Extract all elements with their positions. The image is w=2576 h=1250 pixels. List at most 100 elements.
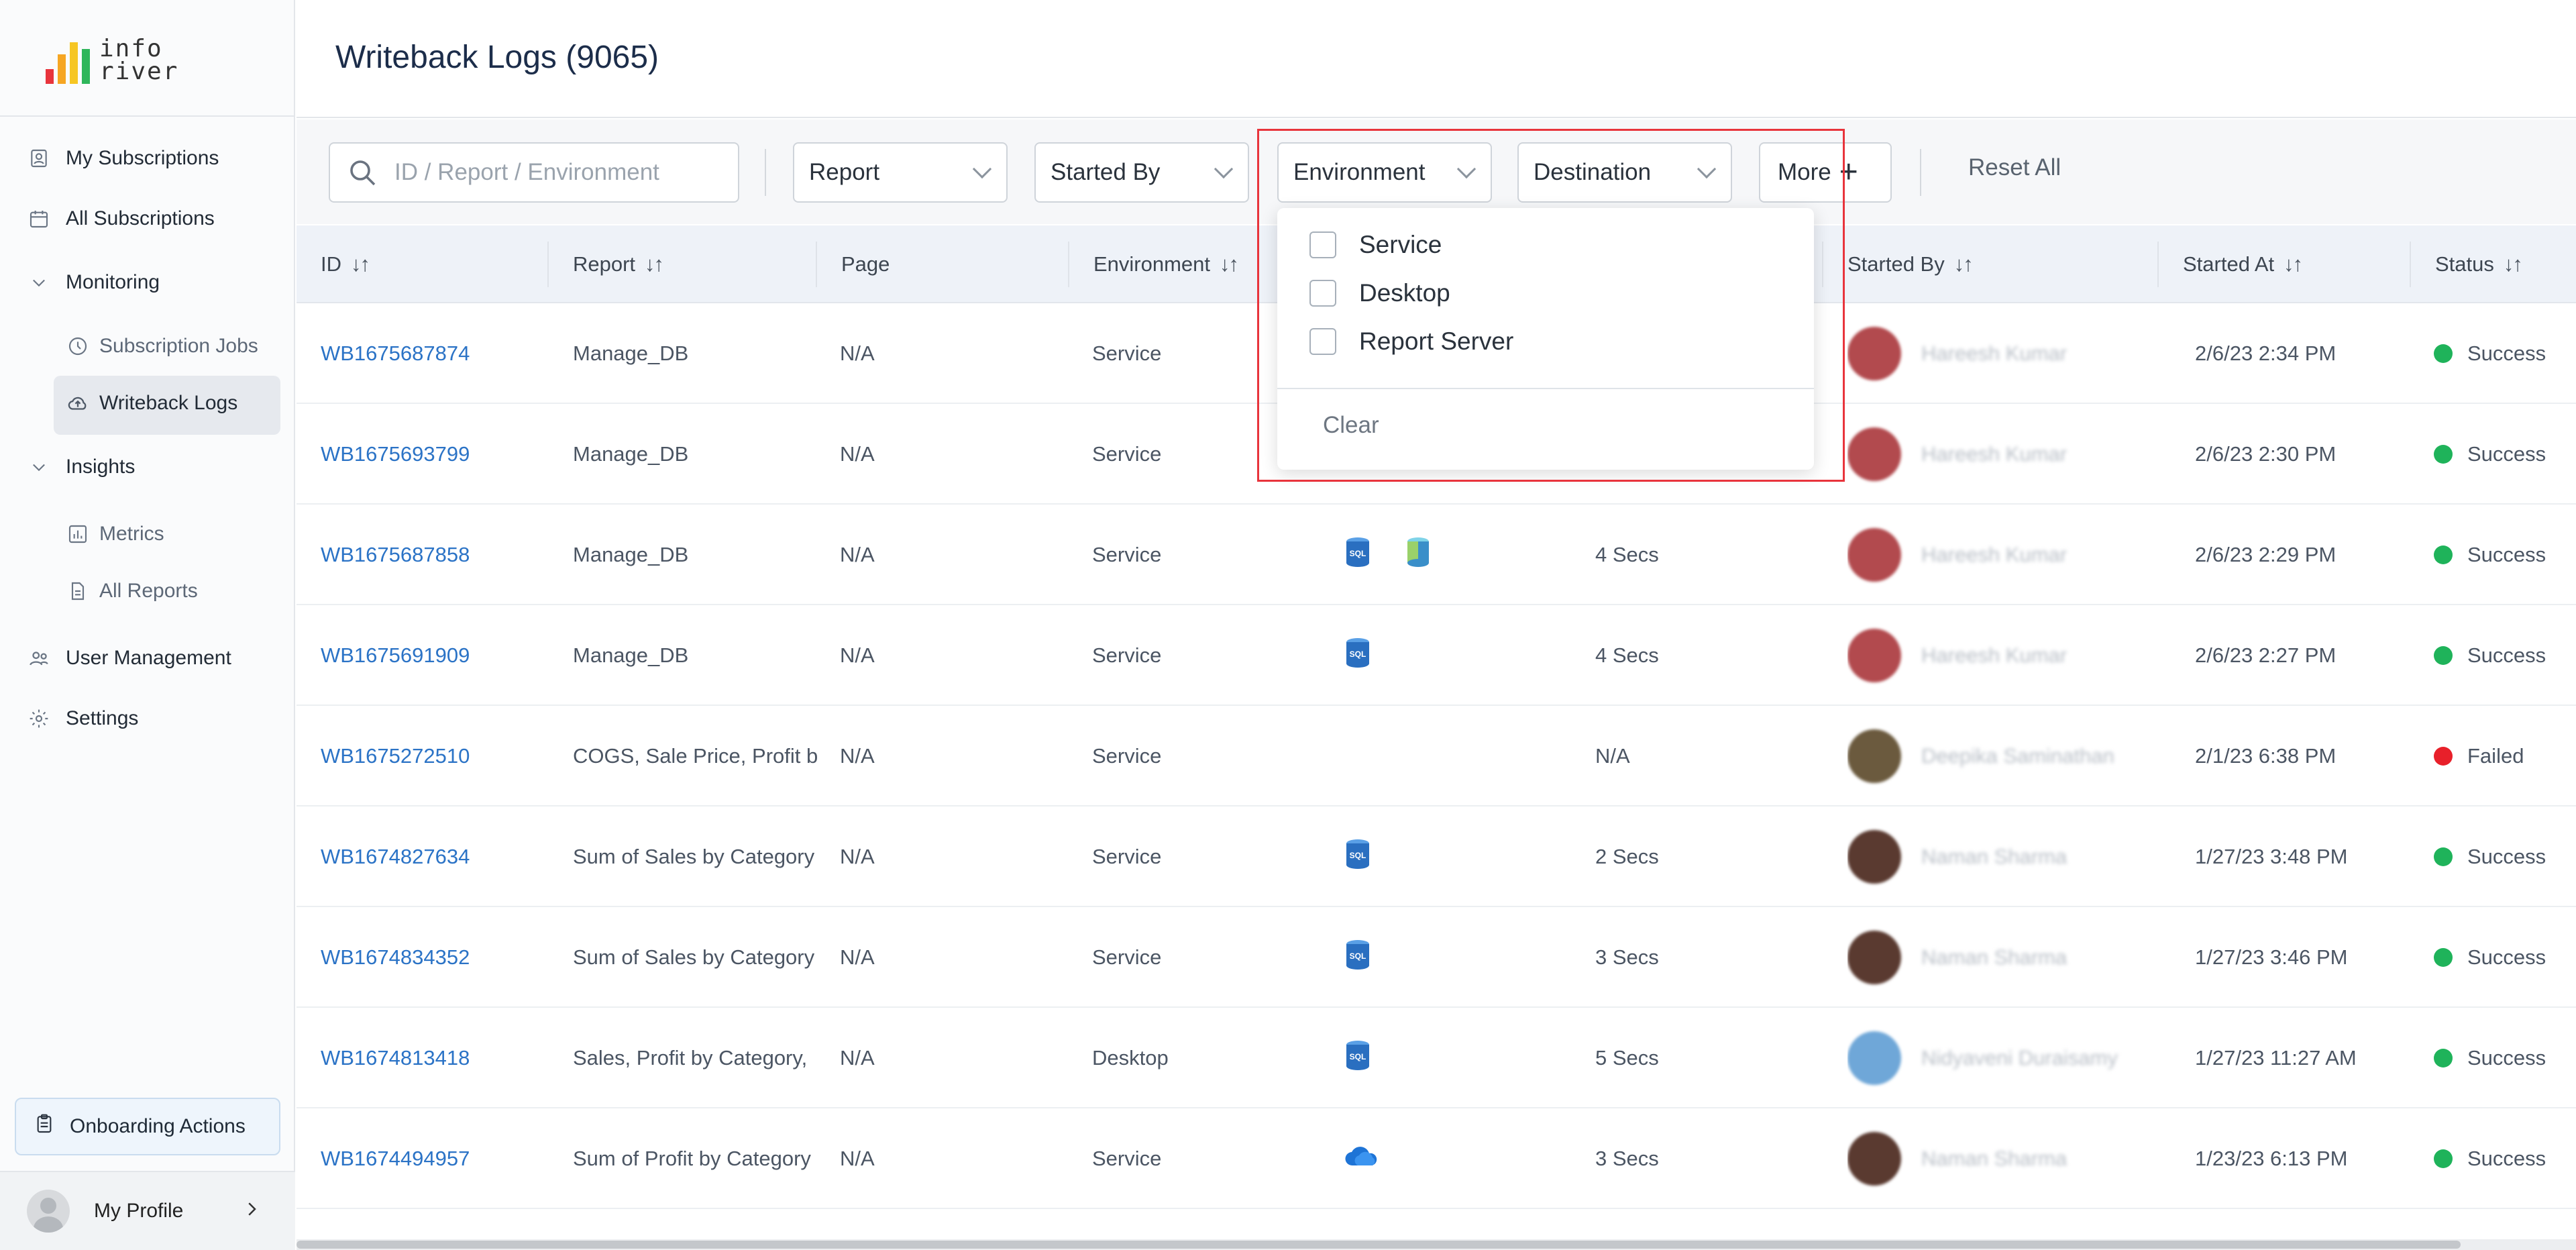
search-input[interactable]: ID / Report / Environment (329, 142, 739, 203)
status-dot-icon (2434, 847, 2453, 866)
row-started-by: Hareesh Kumar (1847, 404, 2163, 505)
sidebar-item-all-reports[interactable]: All Reports (66, 579, 198, 603)
destination-filter-label: Destination (1534, 159, 1652, 185)
sidebar-item-metrics[interactable]: Metrics (66, 522, 164, 546)
row-page: N/A (840, 543, 875, 566)
sidebar-item-subscription-jobs[interactable]: Subscription Jobs (66, 334, 258, 358)
sort-icon[interactable]: ↓↑ (645, 252, 664, 276)
table-row[interactable]: WB1674494957 Sum of Profit by Category N/A… (297, 1108, 2576, 1209)
column-header-started-at[interactable]: Started At ↓↑ (2183, 225, 2303, 303)
row-environment: Service (1092, 543, 1162, 566)
row-id-link[interactable]: WB1674813418 (321, 1008, 562, 1108)
search-placeholder: ID / Report / Environment (394, 159, 659, 185)
sidebar-item-settings[interactable]: Settings (27, 707, 138, 731)
row-started-by: Nidyaveni Duraisamy (1847, 1008, 2163, 1108)
environment-filter-dropdown[interactable]: Environment (1277, 142, 1492, 203)
sidebar-item-label: Metrics (99, 523, 164, 545)
table-row[interactable]: WB1674834352 Sum of Sales by Category N/A S… (297, 907, 2576, 1008)
table-row[interactable]: WB1675272510 COGS, Sale Price, Profit b N/… (297, 706, 2576, 806)
destination-filter-dropdown[interactable]: Destination (1517, 142, 1732, 203)
checkbox[interactable] (1309, 280, 1336, 307)
row-started-at: 2/1/23 6:38 PM (2195, 744, 2337, 768)
row-status: Success (2434, 404, 2576, 505)
status-label: Success (2467, 845, 2546, 868)
row-id-link[interactable]: WB1675691909 (321, 605, 562, 706)
clock-icon (66, 334, 90, 358)
table-row[interactable]: WB1674813418 Sales, Profit by Category, N/… (297, 1008, 2576, 1108)
reset-all-button[interactable]: Reset All (1968, 154, 2061, 181)
row-duration: 2 Secs (1595, 845, 1659, 868)
environment-filter-label: Environment (1293, 159, 1426, 185)
sidebar-item-writeback-logs[interactable]: Writeback Logs (66, 391, 237, 415)
row-destinations: SQL (1344, 1008, 1599, 1108)
status-dot-icon (2434, 545, 2453, 564)
dropdown-option-desktop[interactable]: Desktop (1309, 279, 1450, 307)
user-name: Hareesh Kumar (1921, 643, 2068, 667)
row-id-link[interactable]: WB1675693799 (321, 404, 562, 505)
sidebar-item-all-subscriptions[interactable]: All Subscriptions (27, 207, 215, 231)
document-icon (66, 579, 90, 603)
user-name: Naman Sharma (1921, 1147, 2068, 1170)
row-duration: 3 Secs (1595, 945, 1659, 969)
table-row[interactable]: WB1675687858 Manage_DB N/A Service SQL 4 Secs… (297, 505, 2576, 605)
report-filter-dropdown[interactable]: Report (793, 142, 1008, 203)
sidebar-item-monitoring[interactable]: Monitoring (27, 270, 160, 295)
row-duration: 4 Secs (1595, 643, 1659, 667)
column-header-id[interactable]: ID ↓↑ (321, 225, 370, 303)
sql-icon: SQL (1344, 1039, 1371, 1077)
row-id-link[interactable]: WB1674827634 (321, 806, 562, 907)
dropdown-option-service[interactable]: Service (1309, 231, 1442, 259)
search-icon (346, 156, 378, 189)
row-destinations: SQL (1344, 505, 1599, 605)
checkbox[interactable] (1309, 231, 1336, 258)
status-dot-icon (2434, 445, 2453, 464)
row-page: N/A (840, 342, 875, 365)
row-id-link[interactable]: WB1674494957 (321, 1108, 562, 1209)
more-filters-button[interactable]: More + (1759, 142, 1892, 203)
sort-icon[interactable]: ↓↑ (1220, 252, 1239, 276)
sort-icon[interactable]: ↓↑ (1954, 252, 1974, 276)
onboarding-actions-button[interactable]: Onboarding Actions (15, 1098, 280, 1155)
row-status: Failed (2434, 706, 2576, 806)
row-page: N/A (840, 442, 875, 466)
column-header-status[interactable]: Status ↓↑ (2435, 225, 2523, 303)
inforiver-logo[interactable]: info river (46, 34, 180, 87)
status-dot-icon (2434, 646, 2453, 665)
calendar-icon (27, 207, 51, 231)
started-by-filter-dropdown[interactable]: Started By (1034, 142, 1249, 203)
my-profile-button[interactable]: My Profile (0, 1171, 295, 1250)
row-id-link[interactable]: WB1675687874 (321, 303, 562, 404)
column-header-environment[interactable]: Environment ↓↑ (1093, 225, 1239, 303)
table-row[interactable]: WB1674827634 Sum of Sales by Category N/A S… (297, 806, 2576, 907)
sidebar-item-label: My Subscriptions (66, 147, 219, 169)
row-started-by: Hareesh Kumar (1847, 505, 2163, 605)
column-header-page[interactable]: Page (841, 225, 890, 303)
sort-icon[interactable]: ↓↑ (2284, 252, 2303, 276)
sidebar-item-user-management[interactable]: User Management (27, 646, 231, 670)
row-id-link[interactable]: WB1675272510 (321, 706, 562, 806)
sort-icon[interactable]: ↓↑ (2504, 252, 2523, 276)
row-started-by: Naman Sharma (1847, 1108, 2163, 1209)
row-id-link[interactable]: WB1674834352 (321, 907, 562, 1008)
sidebar-item-my-subscriptions[interactable]: My Subscriptions (27, 146, 219, 170)
scrollbar-thumb[interactable] (297, 1241, 2461, 1249)
row-page: N/A (840, 744, 875, 768)
row-status: Success (2434, 303, 2576, 404)
row-id-link[interactable]: WB1675687858 (321, 505, 562, 605)
row-report: Sum of Sales by Category (573, 845, 815, 868)
sidebar-item-insights[interactable]: Insights (27, 455, 135, 479)
column-header-report[interactable]: Report ↓↑ (573, 225, 664, 303)
sidebar-item-label: Monitoring (66, 271, 160, 293)
dropdown-option-report-server[interactable]: Report Server (1309, 327, 1513, 356)
column-header-started-by[interactable]: Started By ↓↑ (1847, 225, 1974, 303)
user-name: Hareesh Kumar (1921, 543, 2068, 566)
sort-icon[interactable]: ↓↑ (351, 252, 370, 276)
logo-bars-icon (46, 37, 90, 84)
row-started-by: Naman Sharma (1847, 907, 2163, 1008)
clear-button[interactable]: Clear (1323, 412, 1379, 439)
page-title: Writeback Logs (9065) (335, 40, 659, 75)
chevron-right-icon (241, 1197, 262, 1225)
horizontal-scrollbar[interactable] (297, 1239, 2576, 1250)
checkbox[interactable] (1309, 328, 1336, 355)
table-row[interactable]: WB1675691909 Manage_DB N/A Service SQL 4 Secs… (297, 605, 2576, 706)
